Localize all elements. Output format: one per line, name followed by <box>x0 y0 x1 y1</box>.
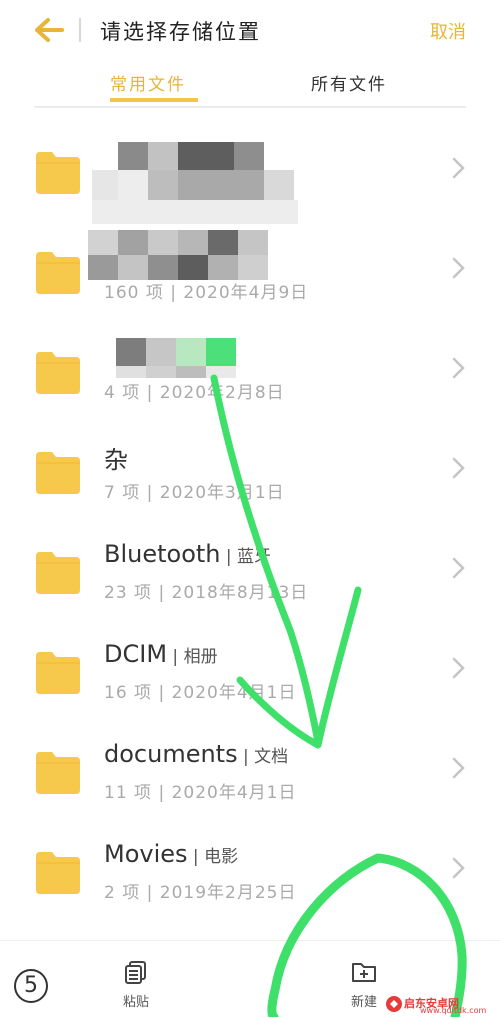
folder-row-dcim[interactable]: DCIM | 相册 16 项 | 2020年4月1日 <box>0 618 500 718</box>
folder-meta: 23 项 | 2018年8月13日 <box>104 583 309 603</box>
cancel-button[interactable]: 取消 <box>430 18 466 44</box>
watermark-url: www.qdltdk.com <box>420 1006 487 1015</box>
folder-meta: 2 项 | 2019年2月25日 <box>104 883 297 903</box>
folder-name-alias: | 蓝牙 <box>220 547 272 567</box>
folder-icon <box>36 652 80 694</box>
folder-name-alias: | 文档 <box>237 747 289 767</box>
header-divider <box>79 18 81 42</box>
folder-icon <box>36 552 80 594</box>
folder-row-2[interactable]: 160 项 | 2020年4月9日 <box>0 218 500 318</box>
chevron-right-icon <box>452 657 465 679</box>
obscured-name <box>116 338 236 378</box>
folder-name: 杂 <box>104 446 128 474</box>
folder-row-documents[interactable]: documents | 文档 11 项 | 2020年4月1日 <box>0 718 500 818</box>
folder-row-movies[interactable]: Movies | 电影 2 项 | 2019年2月25日 <box>0 818 500 918</box>
chevron-right-icon <box>452 557 465 579</box>
tab-bar: 常用文件 所有文件 <box>34 64 466 108</box>
folder-name: documents | 文档 <box>104 740 289 768</box>
folder-row-1[interactable] <box>0 118 500 224</box>
folder-row-3[interactable]: 4 项 | 2020年2月8日 <box>0 318 500 418</box>
folder-name: Movies | 电影 <box>104 840 239 868</box>
chevron-right-icon <box>452 457 465 479</box>
folder-name: Bluetooth | 蓝牙 <box>104 540 272 568</box>
folder-row-bluetooth[interactable]: Bluetooth | 蓝牙 23 项 | 2018年8月13日 <box>0 518 500 618</box>
folder-icon <box>36 352 80 394</box>
folder-meta: 16 项 | 2020年4月1日 <box>104 683 297 703</box>
folder-name-alias: | 相册 <box>167 647 218 667</box>
folder-name-alias: | 电影 <box>187 847 239 867</box>
chevron-right-icon <box>452 857 465 879</box>
new-folder-icon <box>352 963 376 982</box>
paste-label: 粘贴 <box>122 995 149 1010</box>
page-title: 请选择存储位置 <box>100 20 261 44</box>
paste-button[interactable]: 粘贴 <box>106 959 166 1010</box>
tab-frequent-files[interactable]: 常用文件 <box>110 70 186 95</box>
folder-meta: 11 项 | 2020年4月1日 <box>104 783 297 803</box>
folder-icon <box>36 452 80 494</box>
active-tab-indicator <box>110 98 198 102</box>
folder-icon <box>36 252 80 294</box>
chevron-right-icon <box>452 757 465 779</box>
folder-icon <box>36 152 80 194</box>
step-number-badge: 5 <box>14 969 48 1003</box>
folder-icon <box>36 852 80 894</box>
obscured-name <box>92 142 298 224</box>
paste-icon <box>125 961 146 984</box>
folder-name: DCIM | 相册 <box>104 640 218 668</box>
folder-meta: 160 项 | 2020年4月9日 <box>104 283 309 303</box>
chevron-right-icon <box>452 157 465 179</box>
tab-all-files[interactable]: 所有文件 <box>311 70 387 95</box>
obscured-name <box>88 230 268 280</box>
chevron-right-icon <box>452 357 465 379</box>
folder-row-4[interactable]: 杂 7 项 | 2020年3月1日 <box>0 418 500 518</box>
chevron-right-icon <box>452 257 465 279</box>
back-arrow-icon[interactable] <box>28 14 68 46</box>
folder-meta: 4 项 | 2020年2月8日 <box>104 383 285 403</box>
header: 请选择存储位置 取消 <box>0 0 500 60</box>
folder-meta: 7 项 | 2020年3月1日 <box>104 483 285 503</box>
folder-icon <box>36 752 80 794</box>
